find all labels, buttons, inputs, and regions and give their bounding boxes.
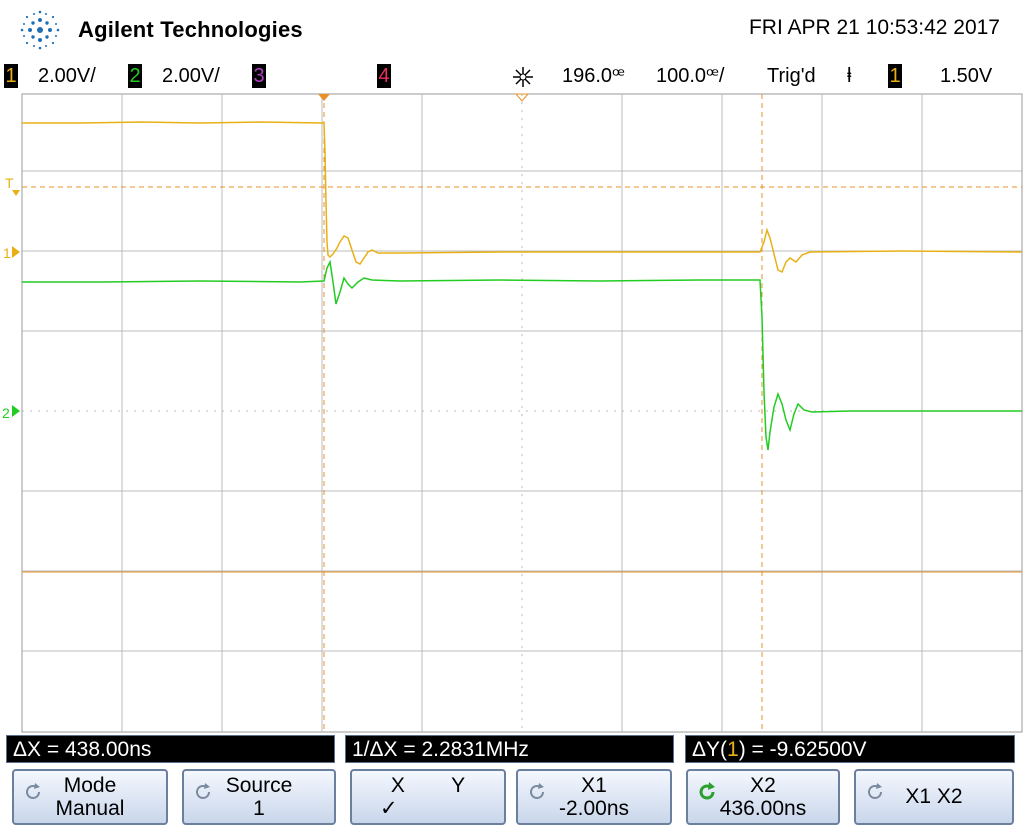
trigger-level: 1.50V: [940, 65, 993, 87]
graticule-grid: [21, 93, 1023, 733]
timebase-scale: 100.0ꟹ/: [656, 65, 725, 87]
ch1-scale: 2.00V/: [38, 65, 96, 87]
delay-icon: [513, 67, 533, 87]
channel-2-trace: [22, 259, 1022, 451]
trigger-slope-icon: ⱡ: [847, 65, 852, 87]
delta-y-value: ) = -9.62500V: [738, 738, 867, 761]
waveform-graticule: T 1 2: [2, 93, 1023, 733]
ch2-indicator[interactable]: 2: [128, 64, 142, 88]
ch2-scale: 2.00V/: [162, 65, 220, 87]
agilent-spark-icon: [20, 10, 60, 50]
trigger-state: Trig'd: [767, 65, 816, 87]
source-label: Source: [225, 774, 293, 797]
date-time: FRI APR 21 10:53:42 2017: [748, 16, 1000, 39]
source-value: 1: [253, 797, 265, 820]
x2-label: X2: [750, 774, 776, 797]
ch4-indicator[interactable]: 4: [377, 64, 391, 88]
inverse-delta-x-readout: 1/ΔX = 2.2831MHz: [345, 735, 674, 763]
horizontal-delay: 196.0ꟹ: [562, 65, 625, 87]
delta-x-readout: ΔX = 438.00ns: [6, 735, 335, 763]
x2-value: 436.00ns: [719, 797, 807, 820]
left-markers: T 1 2: [2, 175, 20, 421]
xy-softkey[interactable]: X Y ✓: [350, 769, 506, 825]
x1-value: -2.00ns: [558, 797, 630, 820]
delta-y-source: 1: [727, 738, 739, 761]
ch2-ground-marker: 2: [2, 405, 10, 421]
xy-label: X Y: [390, 774, 466, 797]
x1-softkey[interactable]: X1 -2.00ns: [516, 769, 672, 825]
trigger-point-marker: [318, 94, 330, 101]
agilent-logo: Agilent Technologies: [12, 8, 312, 52]
mode-value: Manual: [55, 797, 125, 820]
trigger-source: 1: [888, 64, 902, 88]
brand-name: Agilent Technologies: [78, 17, 303, 42]
ch1-ground-marker: 1: [3, 245, 11, 261]
x2-softkey[interactable]: X2 436.00ns: [686, 769, 840, 825]
status-bar: 1 2.00V/ 2 2.00V/ 3 4 196.0ꟹ 100.0ꟹ/ Tri…: [0, 60, 1024, 92]
softkey-panel: ΔX = 438.00ns 1/ΔX = 2.2831MHz ΔY(1) = -…: [0, 733, 1024, 829]
mode-label: Mode: [63, 774, 117, 797]
waveform-display[interactable]: T 1 2: [0, 92, 1024, 733]
x-selected-check: ✓: [380, 797, 398, 820]
delta-y-readout: ΔY(1) = -9.62500V: [685, 735, 1015, 763]
x1x2-softkey[interactable]: X1 X2: [854, 769, 1014, 825]
channel-1-trace: [22, 121, 1023, 274]
trigger-level-marker: T: [5, 175, 14, 191]
x1x2-label: X1 X2: [905, 785, 963, 808]
x1-label: X1: [581, 774, 607, 797]
ch1-indicator[interactable]: 1: [4, 64, 18, 88]
delta-y-prefix: ΔY(: [692, 738, 728, 761]
source-softkey[interactable]: Source 1: [182, 769, 336, 825]
mode-softkey[interactable]: Mode Manual: [12, 769, 168, 825]
ch3-indicator[interactable]: 3: [252, 64, 266, 88]
cursor-lines: [22, 94, 1022, 732]
